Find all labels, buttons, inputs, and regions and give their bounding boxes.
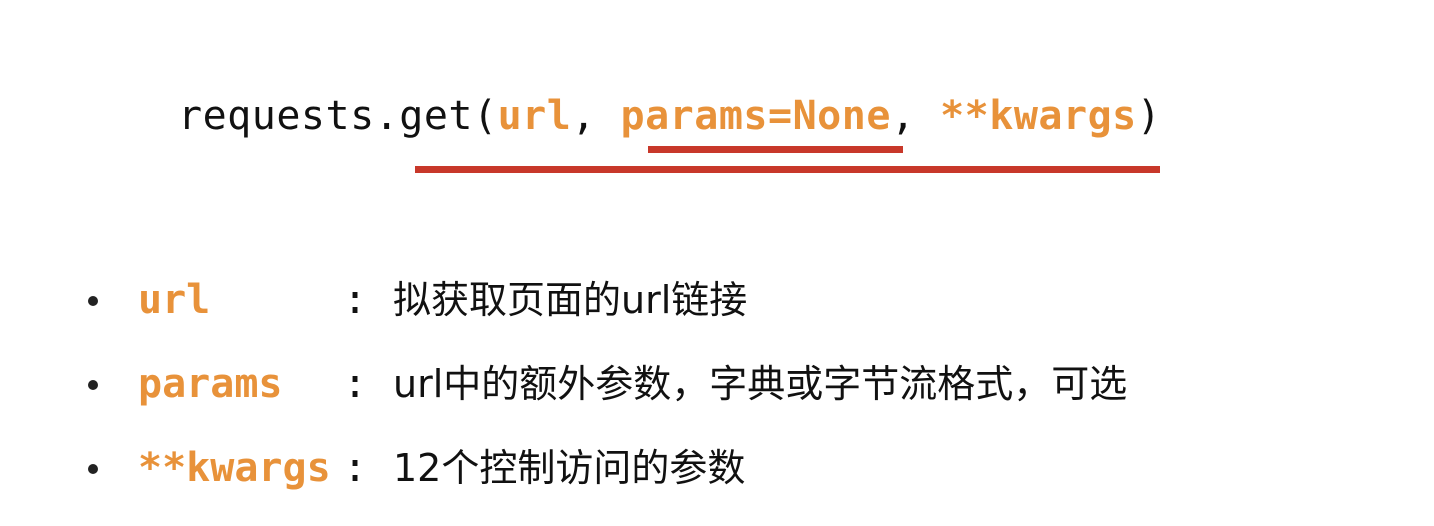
param-description: 拟获取页面的url链接 bbox=[393, 278, 748, 322]
signature-prefix: requests.get( bbox=[178, 93, 498, 139]
signature-arg-kwargs: **kwargs bbox=[940, 93, 1137, 139]
signature-separator: , bbox=[890, 93, 941, 139]
signature-arg-url: url bbox=[497, 93, 572, 139]
bullet-icon bbox=[88, 380, 98, 390]
param-description: url中的额外参数，字典或字节流格式，可选 bbox=[393, 362, 1128, 406]
param-name: **kwargs bbox=[138, 445, 331, 491]
param-description: 12个控制访问的参数 bbox=[393, 446, 746, 490]
param-name: url bbox=[138, 277, 211, 323]
arguments-underline bbox=[415, 166, 1160, 173]
bullet-icon bbox=[88, 464, 98, 474]
bullet-icon bbox=[88, 296, 98, 306]
param-colon: : bbox=[343, 361, 368, 407]
signature-suffix: ) bbox=[1136, 93, 1162, 139]
slide: requests.get(url, params=None, **kwargs)… bbox=[0, 0, 1434, 526]
param-colon: : bbox=[343, 445, 368, 491]
function-signature: requests.get(url, params=None, **kwargs) bbox=[178, 88, 1161, 144]
param-name: params bbox=[138, 361, 283, 407]
params-underline bbox=[648, 146, 903, 153]
signature-separator: , bbox=[571, 93, 621, 139]
param-colon: : bbox=[343, 277, 368, 323]
signature-arg-params: params=None bbox=[620, 93, 891, 139]
